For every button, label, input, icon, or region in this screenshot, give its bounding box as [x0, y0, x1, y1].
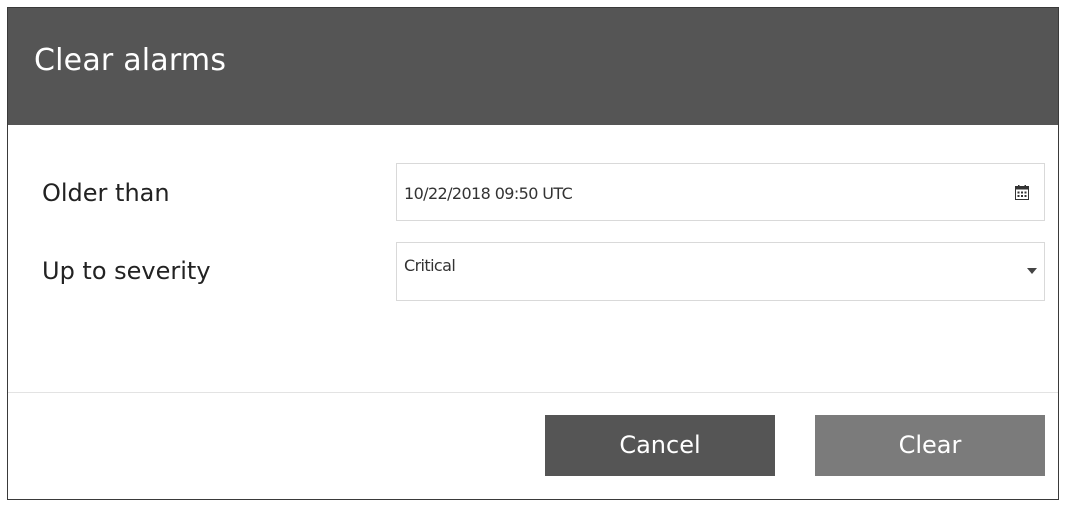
severity-select[interactable]: Critical [396, 242, 1045, 301]
footer-divider [8, 392, 1058, 393]
older-than-date-field[interactable]: 10/22/2018 09:50 UTC [396, 163, 1045, 221]
older-than-label: Older than [42, 179, 170, 207]
clear-alarms-dialog: Clear alarms Older than 10/22/2018 09:50… [7, 7, 1059, 500]
calendar-icon[interactable] [1015, 185, 1029, 200]
dialog-header: Clear alarms [8, 8, 1058, 125]
up-to-severity-label: Up to severity [42, 257, 211, 285]
clear-button[interactable]: Clear [815, 415, 1045, 476]
chevron-down-icon[interactable] [1027, 268, 1037, 274]
cancel-button[interactable]: Cancel [545, 415, 775, 476]
severity-selected-value: Critical [404, 256, 456, 275]
older-than-date-value: 10/22/2018 09:50 UTC [404, 184, 573, 203]
dialog-title: Clear alarms [34, 43, 227, 78]
